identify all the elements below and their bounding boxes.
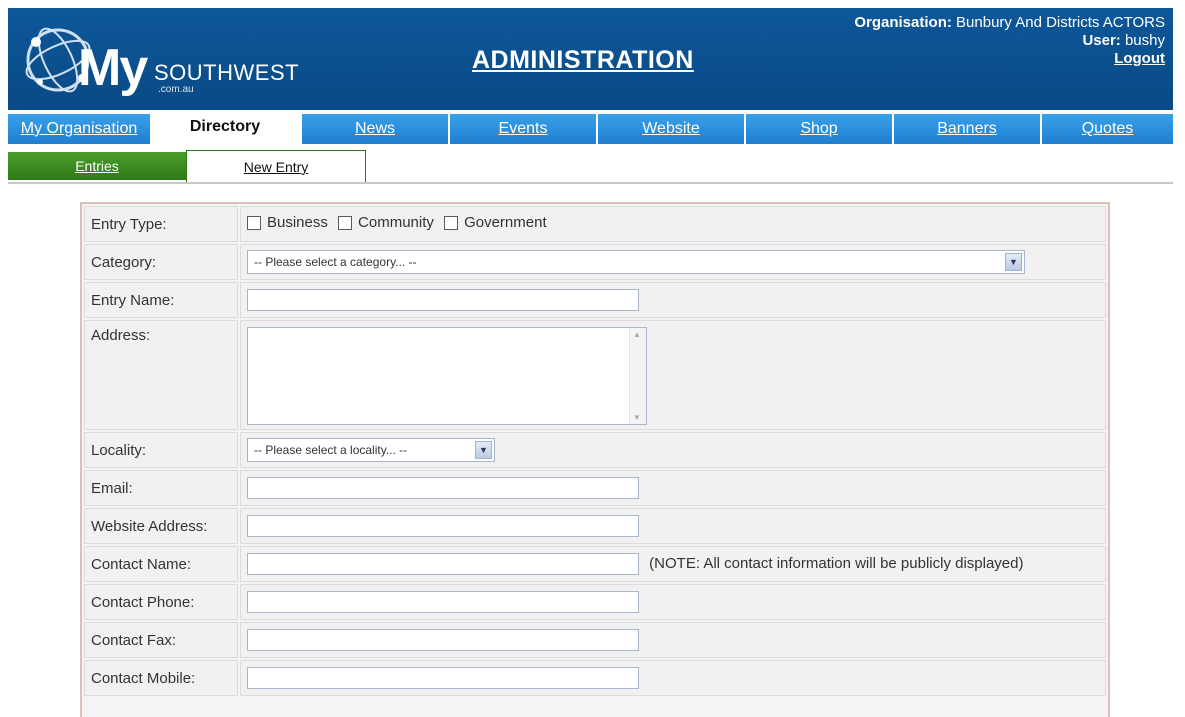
org-value: Bunbury And Districts ACTORS xyxy=(956,14,1165,31)
locality-select[interactable]: -- Please select a locality... -- ▼ xyxy=(247,438,495,462)
form-row-contact-mobile: Contact Mobile: xyxy=(84,660,1106,696)
form-table: Entry Type: Business Community Governmen… xyxy=(82,204,1108,698)
logo-domain-text: .com.au xyxy=(158,84,194,95)
contact-mobile-cell xyxy=(240,660,1106,696)
website-label: Website Address: xyxy=(84,508,238,544)
chevron-down-icon[interactable]: ▼ xyxy=(475,441,492,459)
address-label: Address: xyxy=(84,320,238,430)
main-nav: My Organisation Directory News Events We… xyxy=(8,110,1173,144)
tab-news[interactable]: News xyxy=(302,114,448,144)
locality-cell: -- Please select a locality... -- ▼ xyxy=(240,432,1106,468)
entry-type-label: Entry Type: xyxy=(84,206,238,242)
entry-type-options: Business Community Government xyxy=(240,206,1106,242)
checkbox-business-box[interactable] xyxy=(247,215,261,230)
checkbox-business[interactable]: Business xyxy=(247,214,328,231)
entry-name-label: Entry Name: xyxy=(84,282,238,318)
form-row-contact-fax: Contact Fax: xyxy=(84,622,1106,658)
contact-name-input[interactable] xyxy=(247,553,639,575)
form-row-entry-name: Entry Name: xyxy=(84,282,1106,318)
checkbox-community-box[interactable] xyxy=(338,215,353,230)
logo-southwest-text: SOUTHWEST xyxy=(154,60,300,85)
category-label: Category: xyxy=(84,244,238,280)
category-select[interactable]: -- Please select a category... -- ▼ xyxy=(247,250,1025,274)
contact-phone-cell xyxy=(240,584,1106,620)
checkbox-community-label: Community xyxy=(358,214,434,232)
tab-website[interactable]: Website xyxy=(598,114,744,144)
tab-events[interactable]: Events xyxy=(450,114,596,144)
form-row-website: Website Address: xyxy=(84,508,1106,544)
sub-nav: Entries New Entry xyxy=(8,148,1173,184)
site-header: My SOUTHWEST .com.au ADMINISTRATION Orga… xyxy=(8,8,1173,110)
locality-label: Locality: xyxy=(84,432,238,468)
form-row-entry-type: Entry Type: Business Community Governmen… xyxy=(84,206,1106,242)
form-row-contact-name: Contact Name: (NOTE: All contact informa… xyxy=(84,546,1106,582)
contact-phone-input[interactable] xyxy=(247,591,639,613)
contact-fax-input[interactable] xyxy=(247,629,639,651)
contact-name-cell: (NOTE: All contact information will be p… xyxy=(240,546,1106,582)
tab-banners[interactable]: Banners xyxy=(894,114,1040,144)
contact-note: (NOTE: All contact information will be p… xyxy=(649,554,1024,572)
entry-name-cell xyxy=(240,282,1106,318)
address-cell: ▲ ▼ xyxy=(240,320,1106,430)
checkbox-community[interactable]: Community xyxy=(338,214,434,231)
contact-mobile-label: Contact Mobile: xyxy=(84,660,238,696)
checkbox-government[interactable]: Government xyxy=(444,214,547,231)
scroll-up-icon[interactable]: ▲ xyxy=(633,330,641,339)
category-selected-value: -- Please select a category... -- xyxy=(254,255,417,269)
form-row-email: Email: xyxy=(84,470,1106,506)
user-value: bushy xyxy=(1124,32,1165,49)
contact-fax-label: Contact Fax: xyxy=(84,622,238,658)
email-label: Email: xyxy=(84,470,238,506)
subtab-new-entry[interactable]: New Entry xyxy=(186,150,366,182)
contact-name-label: Contact Name: xyxy=(84,546,238,582)
address-scrollbar[interactable]: ▲ ▼ xyxy=(629,328,646,424)
contact-fax-cell xyxy=(240,622,1106,658)
new-entry-form: Entry Type: Business Community Governmen… xyxy=(80,202,1110,717)
subtab-entries[interactable]: Entries xyxy=(8,152,186,180)
contact-mobile-input[interactable] xyxy=(247,667,639,689)
tab-quotes[interactable]: Quotes xyxy=(1042,114,1173,144)
locality-selected-value: -- Please select a locality... -- xyxy=(254,443,408,457)
contact-phone-label: Contact Phone: xyxy=(84,584,238,620)
form-row-address: Address: ▲ ▼ xyxy=(84,320,1106,430)
user-label: User: xyxy=(1082,32,1121,49)
checkbox-government-label: Government xyxy=(464,214,547,232)
chevron-down-icon[interactable]: ▼ xyxy=(1005,253,1022,271)
logo-my-text: My xyxy=(78,39,148,97)
category-cell: -- Please select a category... -- ▼ xyxy=(240,244,1106,280)
address-textarea[interactable]: ▲ ▼ xyxy=(247,327,647,425)
logo[interactable]: My SOUTHWEST .com.au xyxy=(18,20,308,100)
form-row-contact-phone: Contact Phone: xyxy=(84,584,1106,620)
website-cell xyxy=(240,508,1106,544)
org-info: Organisation: Bunbury And Districts ACTO… xyxy=(845,14,1165,68)
form-row-category: Category: -- Please select a category...… xyxy=(84,244,1106,280)
scroll-down-icon[interactable]: ▼ xyxy=(633,413,641,422)
email-cell xyxy=(240,470,1106,506)
tab-my-organisation[interactable]: My Organisation xyxy=(8,114,150,144)
tab-shop[interactable]: Shop xyxy=(746,114,892,144)
checkbox-business-label: Business xyxy=(267,214,328,232)
website-input[interactable] xyxy=(247,515,639,537)
logout-link[interactable]: Logout xyxy=(1114,50,1165,67)
tab-directory[interactable]: Directory xyxy=(150,110,300,144)
form-row-locality: Locality: -- Please select a locality...… xyxy=(84,432,1106,468)
entry-name-input[interactable] xyxy=(247,289,639,311)
org-label: Organisation: xyxy=(854,14,952,31)
page-title[interactable]: ADMINISTRATION xyxy=(472,46,694,75)
checkbox-government-box[interactable] xyxy=(444,215,459,230)
email-input[interactable] xyxy=(247,477,639,499)
